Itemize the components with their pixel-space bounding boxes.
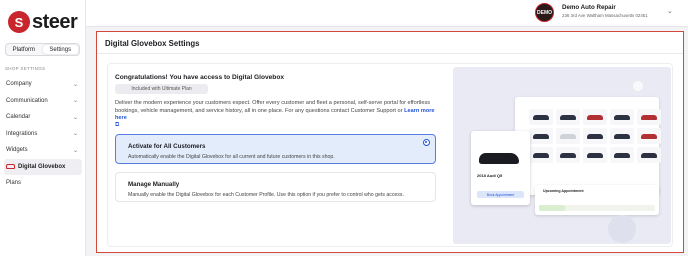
option-title: Manage Manually: [128, 181, 180, 188]
sidebar-item-label: Company: [6, 81, 32, 88]
sidebar-item-label: Communication: [6, 97, 48, 104]
radio-selected-icon[interactable]: [423, 139, 430, 146]
glovebox-preview-image: 2018 Audi Q5 Book Appointment Upcoming A…: [453, 67, 671, 244]
preview-progress-bar: [539, 205, 655, 211]
sidebar-item-label: Calendar: [6, 114, 31, 121]
page-title: Digital Glovebox Settings: [105, 39, 200, 48]
toggle-settings[interactable]: Settings: [42, 45, 78, 54]
chevron-down-icon[interactable]: ⌄: [667, 7, 673, 15]
shop-name[interactable]: Demo Auto Repair: [562, 4, 616, 11]
vehicle-thumb: [583, 128, 607, 144]
option-activate-all[interactable]: Activate for All Customers Automatically…: [115, 134, 436, 164]
vehicle-thumb: [583, 147, 607, 163]
glovebox-card: Congratulations! You have access to Digi…: [107, 63, 673, 247]
sidebar-item-label: Plans: [6, 180, 22, 187]
vehicle-thumb: [529, 147, 553, 163]
sidebar: S steer Platform Settings SHOP SETTINGS …: [0, 0, 86, 256]
option-desc: Manually enable the Digital Glovebox for…: [128, 192, 404, 198]
decorative-circle: [633, 81, 643, 91]
preview-vehicle-grid: [515, 97, 661, 195]
preview-vehicle-card: 2018 Audi Q5 Book Appointment: [471, 131, 530, 205]
vehicle-thumb: [637, 147, 661, 163]
option-manage-manually[interactable]: Manage Manually Manually enable the Digi…: [115, 172, 436, 202]
toggle-platform[interactable]: Platform: [6, 44, 42, 55]
vehicle-thumb: [637, 128, 661, 144]
option-desc: Automatically enable the Digital Glovebo…: [128, 154, 335, 160]
steer-logo[interactable]: S steer: [8, 9, 78, 35]
headline: Congratulations! You have access to Digi…: [115, 74, 285, 81]
sidebar-item-calendar[interactable]: Calendar ⌄: [0, 109, 86, 126]
vehicle-thumb: [556, 128, 580, 144]
sidebar-nav: Company ⌄ Communication ⌄ Calendar ⌄ Int…: [0, 76, 86, 192]
sidebar-item-label: Digital Glovebox: [18, 163, 66, 170]
main-panel: Digital Glovebox Settings Congratulation…: [96, 31, 684, 253]
sidebar-item-plans[interactable]: Plans: [0, 175, 86, 192]
chevron-down-icon: ⌄: [72, 131, 78, 138]
vehicle-thumb: [610, 128, 634, 144]
preview-grid: [529, 109, 661, 163]
section-label: SHOP SETTINGS: [5, 66, 46, 71]
chevron-down-icon: ⌄: [72, 147, 78, 154]
car-image: [479, 153, 519, 164]
chevron-down-icon: ⌄: [72, 81, 78, 88]
vehicle-thumb: [529, 128, 553, 144]
sidebar-item-integrations[interactable]: Integrations ⌄: [0, 126, 86, 143]
logo-badge-icon: S: [8, 11, 30, 33]
plan-badge: Included with Ultimate Plan: [115, 84, 208, 94]
decorative-circle: [608, 215, 636, 243]
sidebar-item-company[interactable]: Company ⌄: [0, 76, 86, 93]
description-text: Deliver the modern experience your custo…: [115, 100, 431, 114]
vehicle-thumb: [610, 147, 634, 163]
vehicle-thumb: [556, 147, 580, 163]
chevron-down-icon: ⌄: [72, 114, 78, 121]
platform-settings-toggle: Platform Settings: [5, 43, 80, 56]
sidebar-item-communication[interactable]: Communication ⌄: [0, 93, 86, 110]
vehicle-thumb: [529, 109, 553, 125]
car-icon: [6, 164, 15, 170]
vehicle-thumb: [556, 109, 580, 125]
preview-book-button: Book Appointment: [477, 191, 524, 198]
shop-address: 236 3rd Ave Waltham Massachusetts 02451: [562, 13, 648, 18]
logo-text: steer: [32, 10, 78, 33]
shop-logo[interactable]: DEMO: [535, 3, 554, 22]
option-title: Activate for All Customers: [128, 143, 206, 150]
preview-appointment-card: Upcoming Appointment: [535, 185, 659, 215]
chevron-down-icon: ⌄: [72, 98, 78, 105]
divider: [97, 53, 683, 54]
sidebar-item-widgets[interactable]: Widgets ⌄: [0, 142, 86, 159]
vehicle-thumb: [637, 109, 661, 125]
preview-car-title: 2018 Audi Q5: [477, 173, 503, 178]
preview-upcoming-title: Upcoming Appointment: [543, 189, 584, 193]
description: Deliver the modern experience your custo…: [115, 100, 445, 123]
sidebar-item-digital-glovebox[interactable]: Digital Glovebox: [4, 158, 82, 175]
sidebar-item-label: Integrations: [6, 130, 38, 137]
vehicle-thumb: [583, 109, 607, 125]
external-link-icon[interactable]: ⧉: [115, 122, 119, 129]
sidebar-item-label: Widgets: [6, 147, 28, 154]
vehicle-thumb: [610, 109, 634, 125]
